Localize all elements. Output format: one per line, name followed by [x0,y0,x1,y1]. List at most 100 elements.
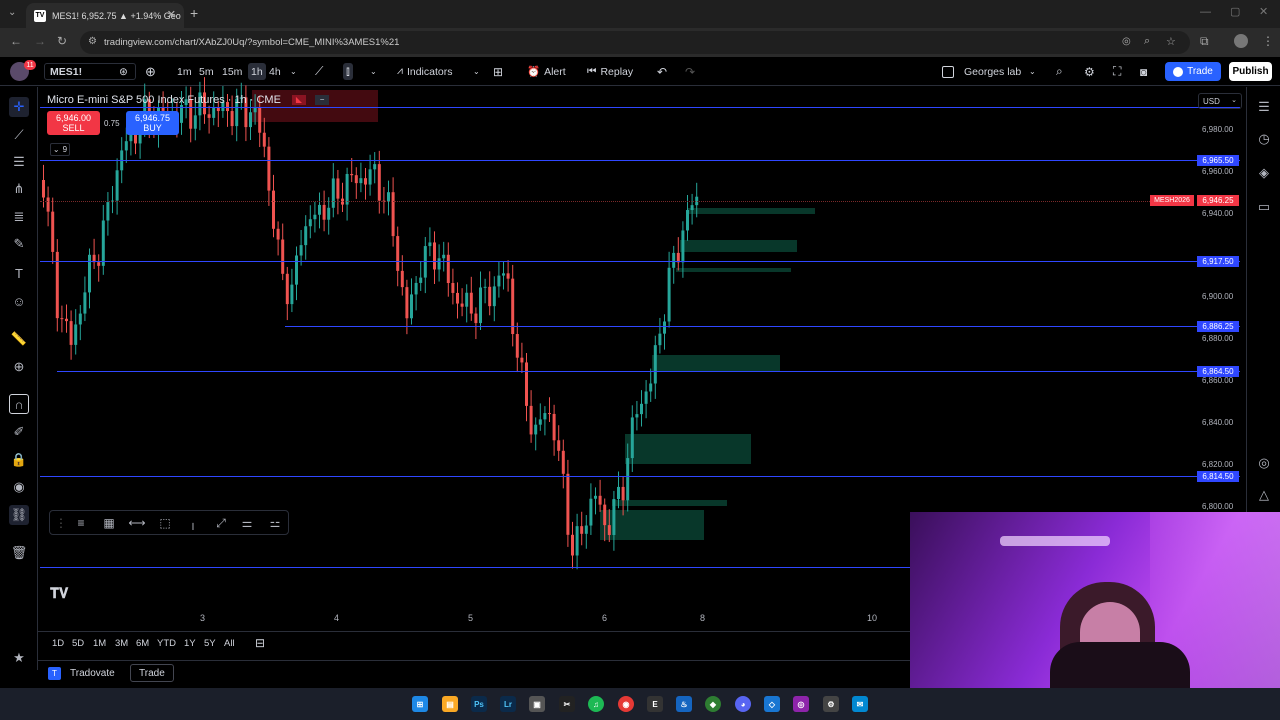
alerts-clock-icon[interactable]: ◷ [1254,129,1274,149]
interval-4h-button[interactable]: 4h [269,63,281,80]
candles-chart-type-icon[interactable]: ⫾ [343,63,353,80]
steam-icon[interactable]: ♨ [676,696,692,712]
back-icon[interactable]: ← [10,34,22,48]
indicators-dropdown-icon[interactable]: ⌄ [473,63,480,80]
range-6m-button[interactable]: 6M [136,638,149,649]
range-5d-button[interactable]: 5D [72,638,84,649]
redo-icon[interactable]: ↷ [685,63,695,80]
store-icon[interactable]: ▣ [529,696,545,712]
windows-start-icon[interactable]: ⊞ [412,696,428,712]
symbol-info-icon[interactable]: ⊛ [119,63,128,80]
level-line-4[interactable] [57,371,1240,372]
drag-handle-icon[interactable]: ⋮ [52,515,70,531]
level-price-label[interactable]: 6,917.50 [1197,256,1239,267]
url-field[interactable]: ⚙ tradingview.com/chart/XAbZJ0Uq/?symbol… [80,31,1190,54]
template-icon[interactable]: ≡ [72,515,90,531]
level-line-5[interactable] [40,476,1240,477]
level-line-1[interactable] [40,160,1240,161]
link-icon[interactable]: ⛓ [9,505,29,525]
chart-type-dropdown-icon[interactable]: ⌄ [370,63,377,80]
indicators-collapse-toggle[interactable]: ⌄ 9 [50,143,70,156]
vertical-line-icon[interactable]: ╷ [184,515,202,531]
watchlist-icon[interactable]: ☰ [1254,97,1274,117]
lightroom-icon[interactable]: Lr [500,696,516,712]
forward-icon[interactable]: → [34,34,46,48]
interval-1h-button[interactable]: 1h [248,63,266,80]
eye-icon[interactable]: ◉ [9,477,29,497]
minus-icon[interactable]: − [315,95,330,106]
tab-list-icon[interactable]: ⌄ [8,7,16,18]
photoshop-icon[interactable]: Ps [471,696,487,712]
browser-menu-icon[interactable]: ⋮ [1262,34,1274,48]
level-line-top[interactable] [40,107,1240,108]
stay-in-drawing-mode-icon[interactable]: ✐ [9,422,29,442]
price-zone[interactable] [600,510,704,540]
grid-icon[interactable]: ▦ [100,515,118,531]
chrome-icon[interactable]: ◉ [618,696,634,712]
currency-selector[interactable]: USD ⌄ [1198,93,1242,109]
price-zone[interactable] [688,208,815,214]
extensions-icon[interactable]: ⧉ [1200,34,1209,49]
crosshair-icon[interactable]: ✛ [9,97,29,117]
sell-button[interactable]: 6,946.00 SELL [47,111,100,135]
line-chart-icon[interactable]: ⟋ [315,63,323,80]
broker-name[interactable]: Tradovate [70,668,115,679]
range-1d-button[interactable]: 1D [52,638,64,649]
level-price-label[interactable]: 6,814.50 [1197,471,1239,482]
profile-avatar[interactable] [1234,34,1248,48]
pyramid-icon[interactable]: △ [1254,485,1274,505]
price-zone[interactable] [625,434,751,464]
price-zone[interactable] [680,240,797,252]
settings-sliders-icon[interactable]: ⚌ [238,515,256,531]
browser-tab[interactable]: TV MES1! 6,952.75 ▲ +1.94% Geo ✕ [26,3,184,28]
more-sliders-icon[interactable]: ⚍ [266,515,284,531]
frame-icon[interactable]: ⬚ [156,515,174,531]
compare-symbol-icon[interactable]: ⊕ [145,63,156,80]
discord-icon[interactable]: ◕ [735,696,751,712]
market-status-icon[interactable]: ◣ [292,95,306,106]
alert-button[interactable]: ⏰ Alert [527,63,566,80]
pitchfork-icon[interactable]: ⋔ [9,179,29,199]
minimize-icon[interactable]: — [1200,6,1211,18]
brush-icon[interactable]: ✎ [9,234,29,254]
close-window-icon[interactable]: ✕ [1259,5,1268,18]
gaming-app-icon[interactable]: ◆ [705,696,721,712]
ruler-icon[interactable]: 📏 [9,329,29,349]
replay-button[interactable]: ⏮ Replay [587,63,633,80]
publish-button[interactable]: Publish [1229,62,1272,81]
line-style-icon[interactable]: ⟷ [128,515,146,531]
bookmark-star-icon[interactable]: ☆ [1166,35,1176,48]
interval-15m-button[interactable]: 15m [222,63,242,80]
emoji-icon[interactable]: ☺ [9,291,29,311]
trend-line-icon[interactable]: ⟋ [9,125,29,145]
buy-button[interactable]: 6,946.75 BUY [126,111,179,135]
layers-icon[interactable]: ◈ [1254,163,1274,183]
chat-icon[interactable]: ▭ [1254,197,1274,217]
settings-app-icon[interactable]: ⚙ [823,696,839,712]
target-icon[interactable]: ◎ [1254,453,1274,473]
level-price-label[interactable]: 6,886.25 [1197,321,1239,332]
layout-grid-icon[interactable]: ⊞ [493,63,503,80]
maximize-icon[interactable]: ▢ [1230,5,1240,18]
messaging-app-icon[interactable]: ✉ [852,696,868,712]
level-price-label[interactable]: 6,864.50 [1197,366,1239,377]
trade-tab[interactable]: Trade [130,664,174,682]
capcut-icon[interactable]: ✂ [559,696,575,712]
spotify-icon[interactable]: ♫ [588,696,604,712]
layout-dropdown-icon[interactable]: ⌄ [1029,63,1036,80]
fullscreen-icon[interactable]: ⛶ [1113,63,1121,80]
range-all-button[interactable]: All [224,638,235,649]
magnet-icon[interactable]: ∩ [9,394,29,414]
range-5y-button[interactable]: 5Y [204,638,216,649]
undo-icon[interactable]: ↶ [657,63,667,80]
goto-date-icon[interactable]: ⊟ [255,636,265,650]
horizontal-lines-icon[interactable]: ☰ [9,152,29,172]
epic-games-icon[interactable]: E [647,696,663,712]
site-info-icon[interactable]: ⚙ [88,36,97,47]
lock-icon[interactable]: 🔒 [9,450,29,470]
trash-icon[interactable]: 🗑 [9,543,29,563]
zoom-in-icon[interactable]: ⊕ [9,357,29,377]
reload-icon[interactable]: ↻ [57,34,67,48]
eye-off-icon[interactable]: ◎ [1122,36,1131,47]
new-tab-icon[interactable]: + [190,5,198,21]
